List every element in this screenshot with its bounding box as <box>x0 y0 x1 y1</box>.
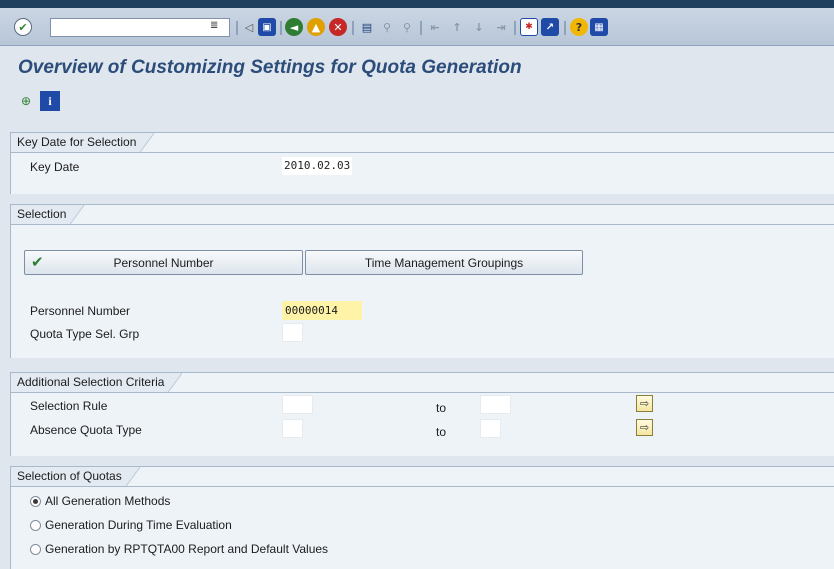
toolbar-separator <box>280 21 282 35</box>
command-menu-icon[interactable]: ≣ <box>210 20 222 34</box>
print-icon: ▤ <box>361 20 373 34</box>
command-field[interactable] <box>50 18 230 37</box>
panel-divider <box>11 224 834 225</box>
quota-type-sel-grp-input[interactable] <box>282 323 303 342</box>
selection-of-quotas-panel: Selection of Quotas All Generation Metho… <box>10 466 834 569</box>
checkmark-icon: ✔ <box>31 253 44 271</box>
key-date-label: Key Date <box>30 160 80 174</box>
toolbar-separator <box>564 21 566 35</box>
arrow-right-icon: ⇨ <box>639 421 650 434</box>
help-icon[interactable]: ? <box>570 18 588 36</box>
back-nav-icon[interactable]: ◄ <box>285 18 303 36</box>
new-session-icon[interactable]: ✱ <box>520 18 538 36</box>
radio-unselected-icon <box>30 543 41 555</box>
toolbar-separator <box>236 21 238 35</box>
selection-rule-label: Selection Rule <box>30 399 108 413</box>
radio-selected-icon <box>30 495 41 507</box>
last-page-icon: ⇥ <box>496 20 506 34</box>
back-icon[interactable]: ◁ <box>240 18 258 36</box>
info-icon[interactable]: i <box>40 91 60 111</box>
radio-label: Generation by RPTQTA00 Report and Defaul… <box>45 542 329 556</box>
find-icon: ⚲ <box>382 20 392 34</box>
time-management-groupings-tab-button[interactable]: Time Management Groupings <box>305 250 583 275</box>
absence-quota-type-to-label: to <box>436 425 447 439</box>
toolbar-separator <box>352 21 354 35</box>
shortcut-icon[interactable]: ↗ <box>541 18 559 36</box>
radio-generation-by-rptqta00[interactable]: Generation by RPTQTA00 Report and Defaul… <box>30 542 328 556</box>
radio-label: Generation During Time Evaluation <box>45 518 232 532</box>
quota-type-sel-grp-label: Quota Type Sel. Grp <box>30 327 140 341</box>
panel-divider <box>11 486 834 487</box>
selection-rule-from-input[interactable] <box>282 395 313 414</box>
panel-divider <box>11 152 834 153</box>
key-date-value: 2010.02.03 <box>282 157 353 175</box>
personnel-number-label: Personnel Number <box>30 304 131 318</box>
save-icon[interactable]: ▣ <box>258 18 276 36</box>
enter-icon[interactable]: ✔ <box>14 18 32 36</box>
application-toolbar: ⊕ i <box>16 91 60 111</box>
cancel-icon[interactable]: ✕ <box>329 18 347 36</box>
absence-quota-type-label: Absence Quota Type <box>30 423 142 437</box>
next-page-icon: ↓ <box>474 20 484 34</box>
personnel-number-tab-label: Personnel Number <box>113 255 214 270</box>
find-next-icon: ⚲ <box>402 20 412 34</box>
window-top-strip <box>0 0 834 8</box>
system-toolbar: ✔ ≣ ◁ ▣ ◄ ▲ ✕ ▤ ⚲ ⚲ ⇤ ↑ ↓ ⇥ ✱ ↗ ? ▦ <box>0 8 834 46</box>
panel-divider <box>11 392 834 393</box>
panel-tab-selection-of-quotas: Selection of Quotas <box>11 467 140 486</box>
panel-tab-key-date: Key Date for Selection <box>11 133 155 152</box>
first-page-icon: ⇤ <box>430 20 440 34</box>
radio-generation-during-time-evaluation[interactable]: Generation During Time Evaluation <box>30 518 232 532</box>
selection-rule-multiple-selection-button[interactable]: ⇨ <box>636 395 653 412</box>
selection-rule-to-input[interactable] <box>480 395 511 414</box>
selection-panel: Selection ✔ Personnel Number Time Manage… <box>10 204 834 358</box>
arrow-right-icon: ⇨ <box>639 397 650 410</box>
key-date-panel: Key Date for Selection Key Date 2010.02.… <box>10 132 834 194</box>
absence-quota-type-to-input[interactable] <box>480 419 501 438</box>
toolbar-separator <box>514 21 516 35</box>
panel-tab-selection: Selection <box>11 205 85 224</box>
execute-icon[interactable]: ⊕ <box>16 91 36 111</box>
radio-label: All Generation Methods <box>45 494 171 508</box>
time-management-groupings-tab-label: Time Management Groupings <box>364 255 524 270</box>
page-title: Overview of Customizing Settings for Quo… <box>18 57 522 78</box>
personnel-number-input[interactable]: 00000014 <box>282 301 362 320</box>
absence-quota-type-multiple-selection-button[interactable]: ⇨ <box>636 419 653 436</box>
toolbar-separator <box>420 21 422 35</box>
previous-page-icon: ↑ <box>452 20 462 34</box>
radio-all-generation-methods[interactable]: All Generation Methods <box>30 494 170 508</box>
layout-icon[interactable]: ▦ <box>590 18 608 36</box>
selection-rule-to-label: to <box>436 401 447 415</box>
exit-icon[interactable]: ▲ <box>307 18 325 36</box>
panel-tab-additional-selection: Additional Selection Criteria <box>11 373 183 392</box>
personnel-number-tab-button[interactable]: ✔ Personnel Number <box>24 250 303 275</box>
absence-quota-type-from-input[interactable] <box>282 419 303 438</box>
additional-selection-panel: Additional Selection Criteria Selection … <box>10 372 834 456</box>
radio-unselected-icon <box>30 519 41 531</box>
